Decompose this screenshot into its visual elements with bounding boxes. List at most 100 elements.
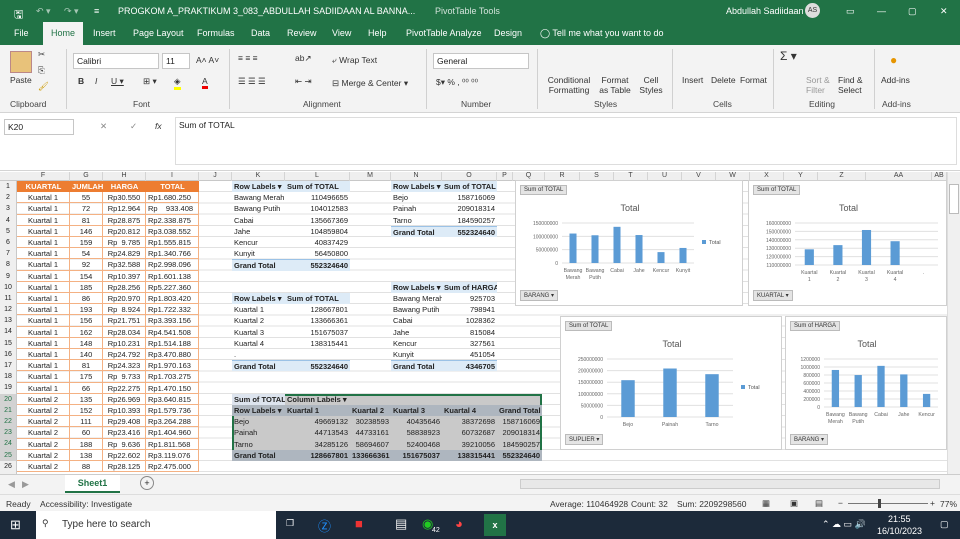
table-cell[interactable]: Rp21.751	[103, 315, 146, 327]
table-cell[interactable]: Rp20.812	[103, 225, 146, 237]
row-header[interactable]: 14	[0, 326, 16, 337]
tab-data[interactable]: Data	[251, 28, 270, 38]
normal-view-icon[interactable]: ▦	[762, 498, 770, 509]
table-cell[interactable]: Kuartal 1	[17, 326, 70, 338]
row-header[interactable]: 4	[0, 215, 16, 226]
pivot-row-label[interactable]: Bawang Merah	[232, 192, 285, 203]
row-header[interactable]: 13	[0, 315, 16, 326]
sort-filter-button[interactable]: Sort & Filter	[806, 75, 832, 95]
tab-home[interactable]: Home	[43, 22, 84, 45]
table-cell[interactable]: Rp28.256	[103, 281, 146, 293]
taskbar-search[interactable]: ⚲ Type here to search	[36, 511, 276, 539]
format-cells-button[interactable]: Format	[740, 75, 767, 85]
next-sheet-icon[interactable]: ▶	[22, 479, 29, 490]
chart-axis-filter-button[interactable]: SUPLIER ▾	[565, 434, 604, 445]
table-cell[interactable]: Rp23.416	[103, 427, 146, 439]
table-cell[interactable]: Kuartal 1	[17, 270, 70, 282]
close-icon[interactable]: ✕	[940, 6, 948, 17]
column-header-h[interactable]: H	[103, 172, 146, 181]
pivot-value[interactable]: 135667369	[285, 215, 350, 226]
pivot-value[interactable]: 327561	[442, 338, 497, 349]
table-cell[interactable]: Rp29.408	[103, 416, 146, 428]
table-cell[interactable]: Kuartal 1	[17, 382, 70, 394]
number-format-select[interactable]: General	[433, 53, 529, 69]
table-cell[interactable]: Kuartal 1	[17, 225, 70, 237]
table-cell[interactable]: Kuartal 2	[17, 449, 70, 461]
restore-icon[interactable]: ▢	[908, 6, 917, 17]
table-cell[interactable]: 185	[70, 281, 103, 293]
table-cell[interactable]: 81	[70, 360, 103, 372]
row-header[interactable]: 9	[0, 271, 16, 282]
row-header[interactable]: 7	[0, 248, 16, 259]
zoom-app-icon[interactable]: Ⓩ	[318, 516, 331, 535]
tray-icons[interactable]: ⌃ ☁ ▭ 🔊	[822, 519, 866, 530]
pivot-column-labels-header[interactable]: Column Labels ▾	[285, 394, 350, 405]
pivot-row-labels-header[interactable]: Row Labels ▾	[232, 181, 285, 193]
column-header-j[interactable]: J	[199, 172, 232, 181]
pivot-grand-total-label[interactable]: Grand Total	[232, 449, 285, 461]
table-cell[interactable]: 152	[70, 405, 103, 417]
pivot-value[interactable]: 104012583	[285, 203, 350, 214]
pivot-row-label[interactable]: Painah	[232, 427, 285, 438]
minimize-icon[interactable]: —	[877, 6, 886, 16]
pivot-value[interactable]: 58838923	[391, 427, 442, 438]
table-cell[interactable]: Rp26.969	[103, 393, 146, 405]
row-header[interactable]: 5	[0, 226, 16, 237]
row-header[interactable]: 24	[0, 438, 16, 450]
delete-cells-button[interactable]: Delete	[711, 75, 736, 85]
align-top-icon[interactable]: ≡ ≡ ≡	[238, 53, 258, 63]
tab-formulas[interactable]: Formulas	[197, 28, 235, 38]
pivot-value-header[interactable]: Sum of HARGA	[442, 281, 497, 293]
pivot-value[interactable]: 184590257	[442, 215, 497, 226]
table-cell[interactable]: Kuartal 1	[17, 237, 70, 249]
paste-button[interactable]: Paste	[10, 75, 32, 85]
table-cell[interactable]: Rp22.275	[103, 382, 146, 394]
pivot-chart[interactable]: Sum of HARGA BARANG ▾ Total 0 200000 400000 60…	[785, 316, 947, 450]
pivot-grand-total-value[interactable]: 552324640	[285, 360, 350, 372]
row-header[interactable]: 10	[0, 282, 16, 293]
table-cell[interactable]: Kuartal 1	[17, 315, 70, 327]
pivot-chart[interactable]: Sum of TOTAL KUARTAL ▾ Total 110000000 12000…	[748, 180, 947, 306]
pivot-grand-total-value[interactable]: 552324640	[285, 259, 350, 271]
table-cell[interactable]: Rp10.397	[103, 270, 146, 282]
table-cell[interactable]: Rp 8.924	[103, 304, 146, 316]
table-cell[interactable]: 188	[70, 438, 103, 450]
table-cell[interactable]: Rp3.393.156	[146, 315, 199, 327]
pivot-row-label[interactable]: Jahe	[391, 327, 442, 338]
copy-icon[interactable]: ⎘	[38, 65, 45, 76]
row-header[interactable]: 2	[0, 192, 16, 203]
increase-font-icon[interactable]: A˄ A˅	[196, 55, 219, 65]
table-cell[interactable]: Rp28.125	[103, 461, 146, 473]
pivot-value[interactable]: 34285126	[285, 439, 350, 450]
table-cell[interactable]: Rp22.602	[103, 449, 146, 461]
tab-design[interactable]: Design	[494, 28, 522, 38]
table-cell[interactable]: 111	[70, 416, 103, 428]
table-cell[interactable]: Rp1.555.815	[146, 237, 199, 249]
pivot-row-label[interactable]: Kunyit	[391, 349, 442, 360]
chart-field-button[interactable]: Sum of TOTAL	[520, 185, 568, 195]
table-cell[interactable]: Rp2.998.096	[146, 259, 199, 271]
table-header-cell[interactable]: KUARTAL	[17, 181, 70, 193]
tab-view[interactable]: View	[332, 28, 351, 38]
table-cell[interactable]: Kuartal 1	[17, 248, 70, 260]
pivot-value[interactable]: 451054	[442, 349, 497, 360]
pivot-row-label[interactable]: Tarno	[391, 215, 442, 226]
table-cell[interactable]: Rp20.970	[103, 293, 146, 305]
pivot-value[interactable]: 798941	[442, 304, 497, 315]
table-cell[interactable]: 86	[70, 293, 103, 305]
pivot-row-label[interactable]: Kuartal 3	[232, 327, 285, 338]
table-cell[interactable]: Rp1.680.250	[146, 192, 199, 204]
tell-me-search[interactable]: ◯ Tell me what you want to do	[540, 28, 663, 39]
orientation-icon[interactable]: ab↗	[295, 53, 312, 64]
addins-button[interactable]: Add-ins	[881, 75, 910, 85]
name-box[interactable]: K20	[4, 119, 74, 135]
table-cell[interactable]: Rp1.514.188	[146, 337, 199, 349]
table-cell[interactable]: Rp 9.785	[103, 237, 146, 249]
pivot-value[interactable]: 56450800	[285, 248, 350, 259]
table-cell[interactable]: Rp1.803.420	[146, 293, 199, 305]
font-name-select[interactable]: Calibri	[73, 53, 159, 69]
table-header-cell[interactable]: JUMLAH	[70, 181, 103, 193]
pivot-value[interactable]: 40837429	[285, 237, 350, 248]
merge-center-button[interactable]: ⊟ Merge & Center ▾	[332, 78, 408, 89]
pivot-grand-total-value[interactable]: 133666361	[350, 449, 391, 461]
